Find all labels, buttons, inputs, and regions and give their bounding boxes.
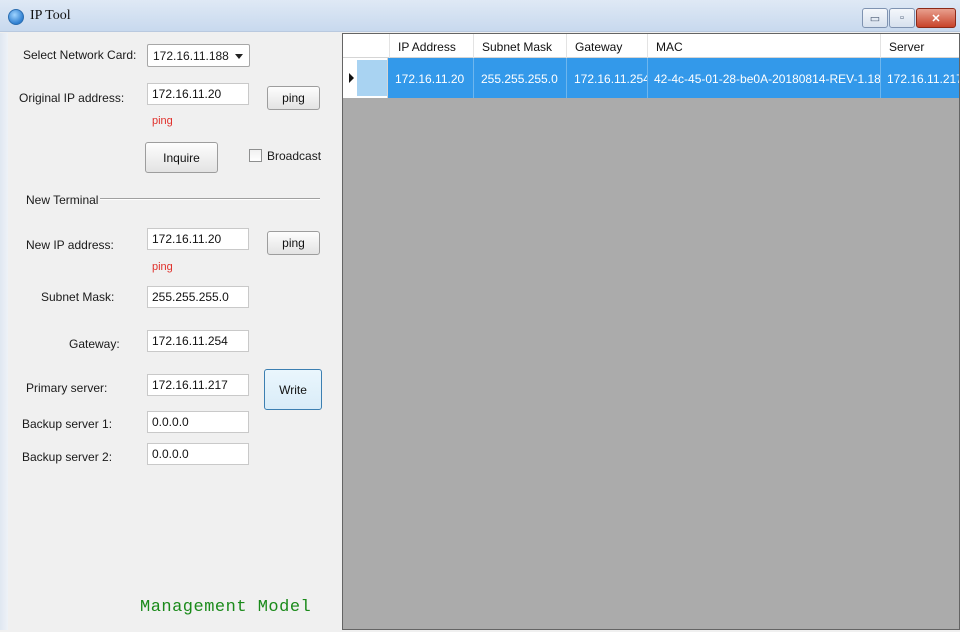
cell-ip-address[interactable]: 172.16.11.20 xyxy=(389,58,473,98)
window-title: IP Tool xyxy=(30,8,71,23)
backup-server-1-input[interactable]: 0.0.0.0 xyxy=(147,411,249,433)
original-ip-input[interactable]: 172.16.11.20 xyxy=(147,83,249,105)
gateway-input[interactable]: 172.16.11.254 xyxy=(147,330,249,352)
new-ping-button[interactable]: ping xyxy=(267,231,320,255)
app-globe-icon xyxy=(8,9,24,25)
window-left-edge xyxy=(0,33,8,630)
column-header-ip-address[interactable]: IP Address xyxy=(389,34,473,58)
backup-server-1-label: Backup server 1: xyxy=(22,417,113,431)
grid-header: IP Address Subnet Mask Gateway MAC Serve… xyxy=(343,34,959,58)
original-ip-label: Original IP address: xyxy=(19,91,125,105)
chevron-down-icon xyxy=(235,54,243,59)
primary-server-label: Primary server: xyxy=(26,381,108,395)
new-ip-input[interactable]: 172.16.11.20 xyxy=(147,228,249,250)
column-header-server[interactable]: Server xyxy=(880,34,959,58)
network-card-select[interactable]: 172.16.11.188 xyxy=(147,44,250,67)
cell-mac[interactable]: 42-4c-45-01-28-be0A-20180814-REV-1.18-EN xyxy=(647,58,880,98)
grid-corner xyxy=(343,34,389,58)
broadcast-checkbox[interactable] xyxy=(249,149,262,162)
original-ping-status: ping xyxy=(152,115,173,127)
column-header-gateway[interactable]: Gateway xyxy=(566,34,647,58)
broadcast-label: Broadcast xyxy=(267,149,322,163)
new-ping-status: ping xyxy=(152,261,173,273)
row-selection-highlight xyxy=(357,60,387,96)
close-button[interactable]: ✕ xyxy=(916,8,956,28)
maximize-button[interactable]: ▫ xyxy=(889,8,915,28)
device-grid[interactable]: IP Address Subnet Mask Gateway MAC Serve… xyxy=(342,33,960,630)
primary-server-input[interactable]: 172.16.11.217 xyxy=(147,374,249,396)
cell-gateway[interactable]: 172.16.11.254 xyxy=(566,58,647,98)
minimize-button[interactable]: ▭ xyxy=(862,8,888,28)
inquire-button[interactable]: Inquire xyxy=(145,142,218,173)
new-ip-label: New IP address: xyxy=(26,238,114,252)
config-panel: Select Network Card: 172.16.11.188 Origi… xyxy=(8,33,340,630)
column-header-subnet-mask[interactable]: Subnet Mask xyxy=(473,34,566,58)
row-selector[interactable] xyxy=(343,58,388,98)
original-ping-button[interactable]: ping xyxy=(267,86,320,110)
cell-subnet-mask[interactable]: 255.255.255.0 xyxy=(473,58,566,98)
network-card-value: 172.16.11.188 xyxy=(153,49,229,63)
new-terminal-group-label: New Terminal xyxy=(26,193,99,207)
write-button[interactable]: Write xyxy=(264,369,322,410)
network-card-label: Select Network Card: xyxy=(23,48,137,62)
subnet-mask-label: Subnet Mask: xyxy=(41,290,115,304)
management-model-label: Management Model xyxy=(140,598,312,617)
column-header-mac[interactable]: MAC xyxy=(647,34,880,58)
cell-server[interactable]: 172.16.11.217 xyxy=(880,58,959,98)
gateway-label: Gateway: xyxy=(69,337,120,351)
current-row-arrow-icon xyxy=(349,73,354,83)
title-bar[interactable]: IP Tool ▭ ▫ ✕ xyxy=(0,0,960,32)
backup-server-2-label: Backup server 2: xyxy=(22,450,113,464)
group-divider xyxy=(100,198,320,200)
ip-tool-window: IP Tool ▭ ▫ ✕ Select Network Card: 172.1… xyxy=(0,0,960,632)
subnet-mask-input[interactable]: 255.255.255.0 xyxy=(147,286,249,308)
backup-server-2-input[interactable]: 0.0.0.0 xyxy=(147,443,249,465)
